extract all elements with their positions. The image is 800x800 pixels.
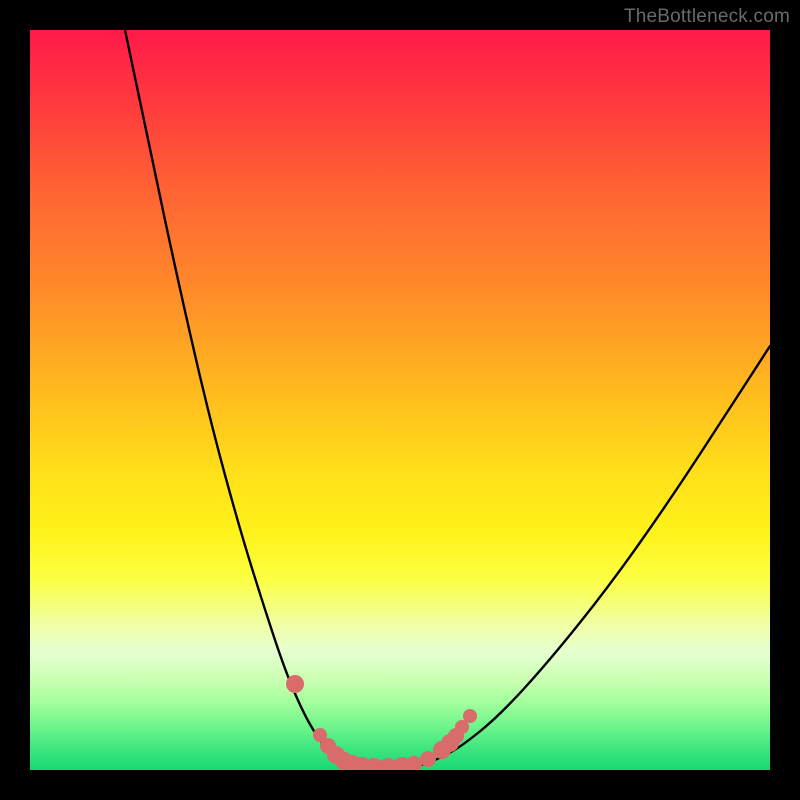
- data-marker: [286, 675, 304, 693]
- chart-frame: TheBottleneck.com: [0, 0, 800, 800]
- data-markers: [286, 675, 477, 770]
- plot-area: [30, 30, 770, 770]
- data-marker: [420, 751, 436, 767]
- data-marker: [406, 756, 422, 770]
- watermark-text: TheBottleneck.com: [624, 6, 790, 28]
- bottleneck-curve: [125, 30, 770, 770]
- curve-svg: [30, 30, 770, 770]
- data-marker: [463, 709, 477, 723]
